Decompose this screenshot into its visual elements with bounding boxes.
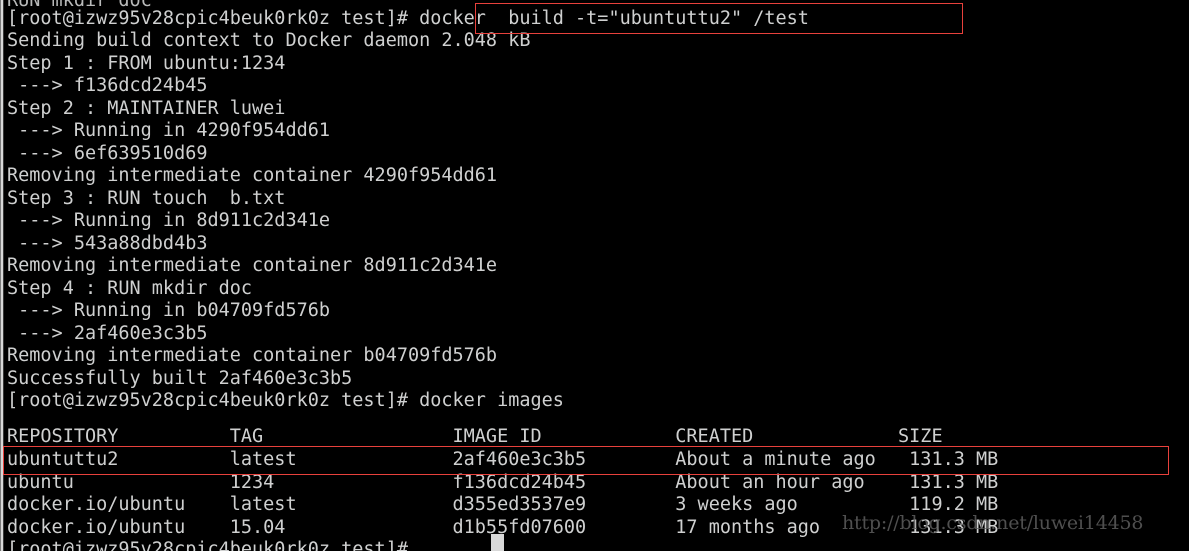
terminal-prompt-line: [root@izwz95v28cpic4beuk0rk0z test]# — [7, 539, 408, 551]
terminal-cursor — [491, 534, 504, 551]
terminal-line: Removing intermediate container b04709fd… — [7, 345, 498, 366]
terminal-line: ---> 2af460e3c3b5 — [7, 323, 208, 344]
terminal-line: Sending build context to Docker daemon 2… — [7, 30, 531, 51]
terminal-line: [root@izwz95v28cpic4beuk0rk0z test]# doc… — [7, 8, 809, 29]
terminal-output-area[interactable]: RUN mkdir doc [root@izwz95v28cpic4beuk0r… — [4, 0, 1189, 551]
terminal-line: Step 3 : RUN touch b.txt — [7, 188, 286, 209]
terminal-line: Step 2 : MAINTAINER luwei — [7, 98, 286, 119]
images-table-header: REPOSITORY TAG IMAGE ID CREATED SIZE — [7, 426, 943, 447]
terminal-line: ---> Running in 8d911c2d341e — [7, 210, 331, 231]
terminal-line: Step 4 : RUN mkdir doc — [7, 278, 253, 299]
terminal-line: Removing intermediate container 8d911c2d… — [7, 255, 498, 276]
terminal-line: ---> Running in 4290f954dd61 — [7, 120, 331, 141]
terminal-line: Successfully built 2af460e3c3b5 — [7, 368, 353, 389]
images-table-row: ubuntu 1234 f136dcd24b45 About an hour a… — [7, 472, 999, 493]
terminal-line: Step 1 : FROM ubuntu:1234 — [7, 53, 286, 74]
terminal-window: RUN mkdir doc [root@izwz95v28cpic4beuk0r… — [0, 0, 1189, 551]
terminal-line: ---> 6ef639510d69 — [7, 143, 208, 164]
terminal-line: ---> Running in b04709fd576b — [7, 300, 331, 321]
terminal-line: Removing intermediate container 4290f954… — [7, 165, 498, 186]
terminal-line-command: [root@izwz95v28cpic4beuk0rk0z test]# doc… — [7, 390, 564, 411]
terminal-line: ---> 543a88dbd4b3 — [7, 233, 208, 254]
terminal-line: ---> f136dcd24b45 — [7, 75, 208, 96]
images-table-row-highlighted: ubuntuttu2 latest 2af460e3c3b5 About a m… — [7, 449, 999, 470]
watermark-text: http://blog.csdn.net/luwei14458 — [842, 512, 1144, 534]
